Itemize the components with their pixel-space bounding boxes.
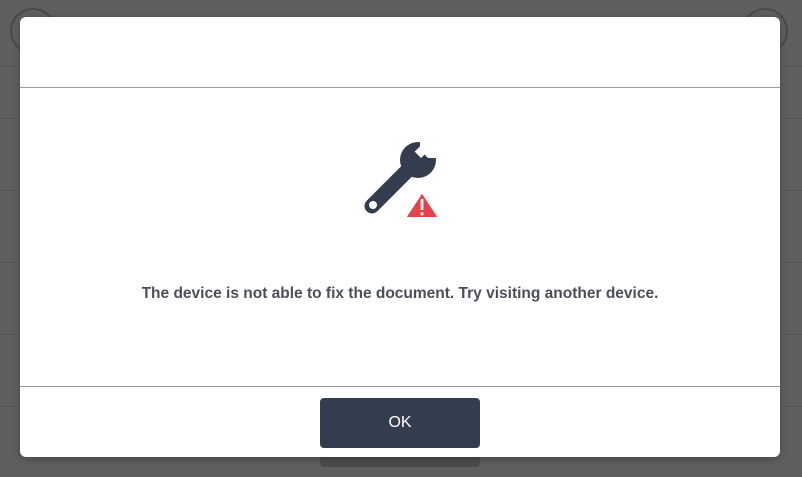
- error-message: The device is not able to fix the docume…: [141, 285, 659, 302]
- error-dialog: The device is not able to fix the docume…: [20, 17, 780, 457]
- dialog-body: The device is not able to fix the docume…: [20, 88, 780, 386]
- wrench-icon: [364, 134, 442, 219]
- dialog-footer: OK: [20, 386, 780, 458]
- dialog-header: [20, 17, 780, 88]
- wrench-warning-icon: [358, 134, 442, 222]
- warning-icon: [404, 191, 440, 219]
- ok-button[interactable]: OK: [320, 398, 480, 448]
